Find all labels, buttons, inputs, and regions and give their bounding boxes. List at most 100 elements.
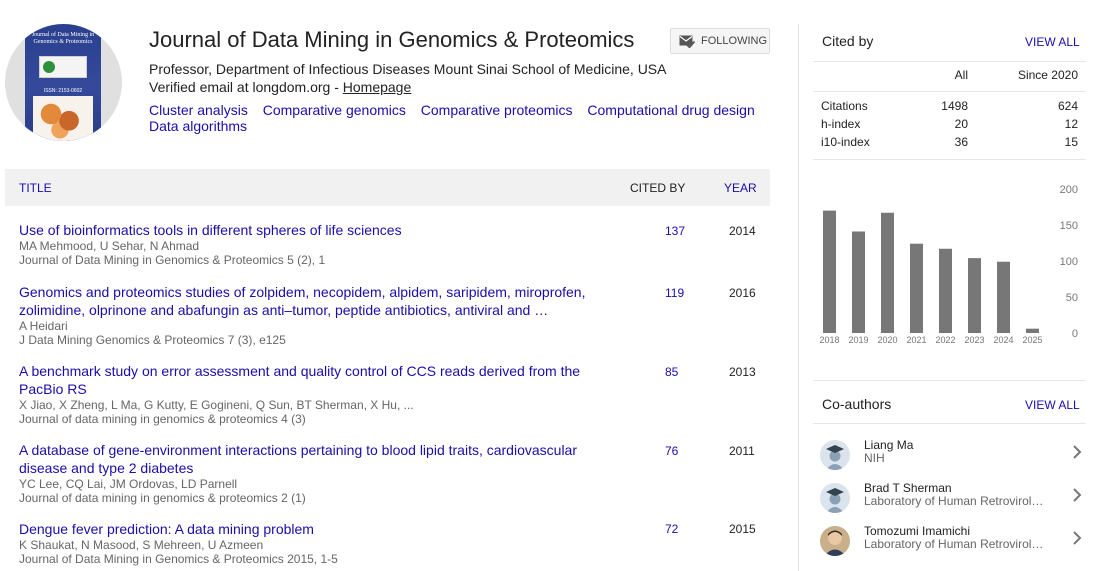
x-tick-2024: 2024 bbox=[993, 335, 1013, 345]
stats-all: 20 bbox=[954, 117, 968, 131]
verified-email: Verified email at longdom.org - Homepage bbox=[149, 79, 411, 95]
publisher-logo-icon bbox=[43, 61, 55, 73]
cited-count[interactable]: 119 bbox=[665, 286, 684, 300]
article-title[interactable]: Use of bioinformatics tools in different… bbox=[19, 221, 609, 239]
coauthor-name[interactable]: Brad T Sherman bbox=[864, 481, 952, 495]
stats-since: 624 bbox=[1057, 99, 1078, 113]
x-tick-2020: 2020 bbox=[877, 335, 897, 345]
citations-per-year-chart: 2018 2019 2020 2021 2022 2023 2024 2025 0 50 100 15… bbox=[819, 184, 1078, 345]
table-row: A benchmark study on error assessment an… bbox=[19, 362, 770, 426]
article-venue: Journal of data mining in genomics & pro… bbox=[19, 412, 306, 426]
table-row: Use of bioinformatics tools in different… bbox=[19, 221, 770, 267]
bar-2019[interactable] bbox=[852, 231, 865, 333]
cited-count[interactable]: 85 bbox=[665, 365, 678, 379]
coauthor-name[interactable]: Liang Ma bbox=[864, 438, 913, 452]
interest-cluster-analysis[interactable]: Cluster analysis bbox=[149, 102, 248, 118]
chevron-right-icon[interactable] bbox=[1070, 530, 1084, 546]
cited-by-title: Cited by bbox=[822, 33, 874, 49]
y-tick-150: 150 bbox=[1060, 220, 1078, 232]
bar-2018[interactable] bbox=[823, 210, 836, 333]
sidebar-divider bbox=[798, 24, 799, 571]
article-venue: Journal of Data Mining in Genomics & Pro… bbox=[19, 253, 326, 267]
table-row: Dengue fever prediction: A data mining p… bbox=[19, 520, 770, 566]
stats-label: h-index bbox=[821, 117, 861, 131]
article-year: 2011 bbox=[729, 444, 755, 458]
cited-by-divider bbox=[813, 61, 1086, 62]
x-tick-2022: 2022 bbox=[935, 335, 955, 345]
cited-count[interactable]: 137 bbox=[665, 224, 685, 238]
article-year: 2016 bbox=[729, 286, 756, 300]
profile-avatar: Journal of Data Mining in Genomics & Pro… bbox=[5, 24, 122, 141]
cited-count[interactable]: 72 bbox=[665, 522, 678, 536]
homepage-link[interactable]: Homepage bbox=[343, 79, 412, 95]
cover-title: Journal of Data Mining in Genomics & Pro… bbox=[31, 32, 95, 45]
profile-affiliation: Professor, Department of Infectious Dise… bbox=[149, 61, 667, 77]
x-tick-2023: 2023 bbox=[964, 335, 984, 345]
cover-issn: ISSN: 2153-0602 bbox=[43, 88, 83, 94]
research-interests: Cluster analysis Comparative genomics Co… bbox=[149, 102, 769, 134]
coauthor-avatar-placeholder-icon bbox=[820, 440, 850, 470]
y-tick-200: 200 bbox=[1060, 184, 1078, 196]
sort-by-cited[interactable]: CITED BY bbox=[630, 181, 685, 195]
coauthor-photo bbox=[820, 526, 850, 556]
sort-by-title[interactable]: TITLE bbox=[19, 181, 52, 195]
chevron-right-icon[interactable] bbox=[1070, 487, 1084, 503]
article-authors: YC Lee, CQ Lai, JM Ordovas, LD Parnell bbox=[19, 477, 238, 491]
stats-col-since: Since 2020 bbox=[1017, 68, 1078, 82]
following-button[interactable]: FOLLOWING bbox=[670, 28, 770, 54]
bar-2024[interactable] bbox=[997, 261, 1010, 333]
interest-comparative-proteomics[interactable]: Comparative proteomics bbox=[421, 102, 573, 118]
interest-data-algorithms[interactable]: Data algorithms bbox=[149, 118, 247, 134]
stats-header: All Since 2020 bbox=[813, 65, 1086, 91]
article-title[interactable]: A database of gene-environment interacti… bbox=[19, 441, 609, 477]
interest-comparative-genomics[interactable]: Comparative genomics bbox=[263, 102, 406, 118]
sort-by-year[interactable]: YEAR bbox=[724, 181, 757, 195]
stats-bottom-divider bbox=[813, 159, 1086, 160]
coauthor-tomozumi-imamichi[interactable]: Tomozumi Imamichi Laboratory of Human Re… bbox=[820, 524, 1086, 560]
following-label: FOLLOWING bbox=[701, 35, 768, 47]
coauthor-brad-t-sherman[interactable]: Brad T Sherman Laboratory of Human Retro… bbox=[820, 481, 1086, 517]
stats-row-citations: Citations 1498 624 bbox=[813, 99, 1086, 117]
coauthors-divider-top bbox=[813, 380, 1086, 381]
bar-2020[interactable] bbox=[881, 212, 894, 333]
profile-name: Journal of Data Mining in Genomics & Pro… bbox=[149, 27, 635, 52]
articles-table-header: TITLE CITED BY YEAR bbox=[5, 169, 770, 206]
coauthor-affiliation: NIH bbox=[864, 451, 885, 465]
x-tick-2021: 2021 bbox=[906, 335, 926, 345]
bar-2025[interactable] bbox=[1026, 328, 1039, 333]
article-title[interactable]: Dengue fever prediction: A data mining p… bbox=[19, 520, 609, 538]
article-title[interactable]: A benchmark study on error assessment an… bbox=[19, 362, 609, 398]
chevron-right-icon[interactable] bbox=[1070, 444, 1084, 460]
y-tick-0: 0 bbox=[1072, 328, 1078, 340]
citation-stats-table: All Since 2020 Citations 1498 624 h-inde… bbox=[813, 65, 1086, 153]
cited-by-view-all-link[interactable]: VIEW ALL bbox=[1025, 35, 1080, 49]
stats-row-h-index: h-index 20 12 bbox=[813, 117, 1086, 135]
y-tick-50: 50 bbox=[1066, 292, 1078, 304]
article-title[interactable]: Genomics and proteomics studies of zolpi… bbox=[19, 283, 609, 319]
cover-molecule-art bbox=[33, 96, 93, 141]
cover-publisher-box bbox=[39, 56, 87, 78]
verified-email-text: Verified email at longdom.org - bbox=[149, 79, 343, 95]
coauthor-liang-ma[interactable]: Liang Ma NIH bbox=[820, 438, 1086, 474]
coauthors-title: Co-authors bbox=[822, 396, 892, 412]
table-row: A database of gene-environment interacti… bbox=[19, 441, 770, 505]
stats-row-i10-index: i10-index 36 15 bbox=[813, 135, 1086, 153]
bar-2021[interactable] bbox=[910, 243, 923, 333]
cited-count[interactable]: 76 bbox=[665, 444, 678, 458]
article-year: 2014 bbox=[729, 224, 756, 238]
stats-all: 1498 bbox=[941, 99, 968, 113]
interest-computational-drug-design[interactable]: Computational drug design bbox=[587, 102, 754, 118]
coauthor-name[interactable]: Tomozumi Imamichi bbox=[864, 524, 970, 538]
bar-2023[interactable] bbox=[968, 258, 981, 333]
x-tick-2018: 2018 bbox=[819, 335, 839, 345]
article-authors: K Shaukat, N Masood, S Mehreen, U Azmeen bbox=[19, 538, 264, 552]
x-tick-2019: 2019 bbox=[848, 335, 868, 345]
stats-header-divider bbox=[813, 91, 1086, 99]
bar-2022[interactable] bbox=[939, 248, 952, 333]
coauthors-divider bbox=[813, 423, 1086, 424]
article-venue: Journal of Data Mining in Genomics & Pro… bbox=[19, 552, 338, 566]
coauthors-view-all-link[interactable]: VIEW ALL bbox=[1025, 398, 1080, 412]
stats-col-all: All bbox=[954, 68, 968, 82]
coauthor-affiliation: Laboratory of Human Retrovirolo… bbox=[864, 494, 1049, 508]
coauthor-avatar-placeholder-icon bbox=[820, 483, 850, 513]
